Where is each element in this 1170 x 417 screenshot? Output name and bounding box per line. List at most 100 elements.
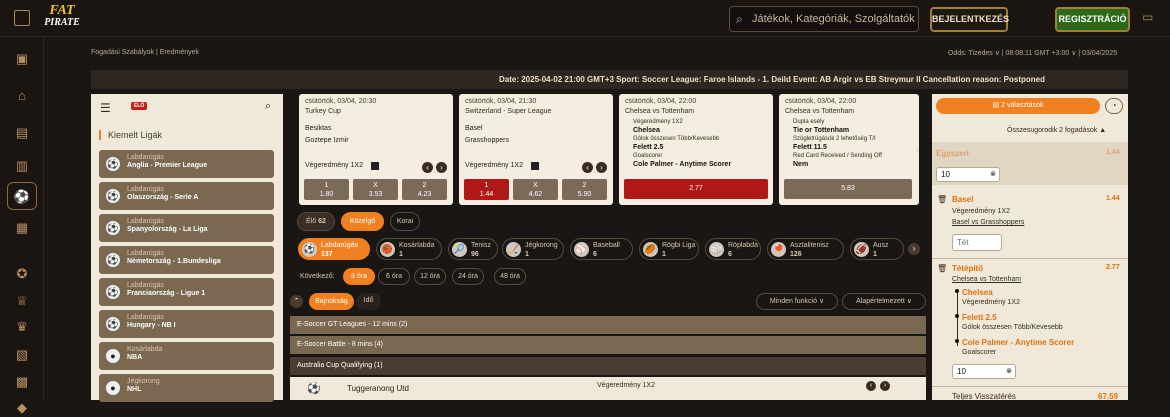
gift-icon[interactable]: ▩ [13, 373, 31, 391]
league-row[interactable]: E-Soccer Battle - 8 mins (4) [290, 336, 926, 354]
hours-option[interactable]: 6 óra [378, 268, 410, 285]
odds-button[interactable]: X 3.53 [353, 179, 398, 200]
market-next-icon[interactable]: › [436, 162, 447, 173]
betbuilder-event[interactable]: Chelsea vs Tottenham [952, 276, 1021, 283]
league-button[interactable]: ● Jégkorong NHL [99, 374, 274, 402]
league-button[interactable]: ⚽ Labdarúgás Olaszország - Serie A [99, 182, 274, 210]
market-prev-icon[interactable]: ‹ [582, 162, 593, 173]
league-row[interactable]: Australia Cup Qualifying (1) [290, 357, 926, 375]
odds-button[interactable]: 2 4.23 [402, 179, 447, 200]
bb-sel-name: Chelsea [962, 288, 993, 297]
tournament-icon[interactable]: ♕ [13, 292, 31, 310]
selections-button[interactable]: ▤ 2 választások [936, 98, 1100, 114]
promo-icon[interactable]: ✪ [13, 265, 31, 283]
logo[interactable]: FAT PIRATE [38, 4, 86, 33]
vip-diamond-icon[interactable]: ◆ [13, 399, 31, 417]
betbuilder-price-button[interactable]: 5.83 [784, 179, 912, 199]
sort-time[interactable]: Idő [356, 293, 381, 310]
next-hours-label: Következő: [300, 273, 335, 280]
fixture-row[interactable]: ⚽ Tuggeranong Utd Végeredmény 1X2 ‹ › [290, 377, 926, 400]
odds-button[interactable]: 2 5.90 [562, 179, 607, 200]
panel-toggle-icon[interactable]: ▭ [1142, 10, 1158, 26]
hours-option[interactable]: 24 óra [452, 268, 484, 285]
bonus-icon[interactable]: ▦ [13, 219, 31, 237]
odds-label: X [373, 182, 378, 189]
market-prev-icon[interactable]: ‹ [422, 162, 433, 173]
clear-icon[interactable]: ⊗ [1006, 365, 1012, 378]
sort-league[interactable]: Bajnokság [309, 293, 354, 310]
stats-icon[interactable] [371, 162, 379, 170]
sport-icon: ⚽ [302, 242, 317, 257]
sports-next-icon[interactable]: › [908, 243, 920, 255]
league-button[interactable]: ⚽ Labdarúgás Hungary - NB I [99, 310, 274, 338]
sport-chip[interactable]: 🏉 Rögbi Liga 1 [639, 238, 699, 260]
login-button[interactable]: BEJELENTKEZÉS [930, 7, 1009, 32]
sport-chip[interactable]: 🏈 Ausz 1 [850, 238, 904, 260]
filter-live[interactable]: Élő 62 [297, 212, 335, 231]
trash-icon[interactable]: 🗑 [937, 264, 947, 273]
betbuilder-stake-input[interactable]: 10 ⊗ [952, 364, 1016, 379]
league-button[interactable]: ● Kosárlabda NBA [99, 342, 274, 370]
match-card[interactable]: csütörtök, 03/04, 21:30 Switzerland - Sup… [459, 94, 613, 205]
clear-icon[interactable]: ⊗ [990, 168, 996, 181]
league-button[interactable]: ⚽ Labdarúgás Anglia - Premier League [99, 150, 274, 178]
sport-chip[interactable]: ⚾ Baseball 6 [570, 238, 633, 260]
hours-option[interactable]: 12 óra [414, 268, 446, 285]
filter-early[interactable]: Korai [390, 212, 420, 231]
market-next-icon[interactable]: › [880, 381, 890, 391]
league-sport: Labdarúgás [127, 314, 164, 321]
collapse-bets[interactable]: Összesugorodik 2 fogadások ▲ [1007, 127, 1106, 134]
league-button[interactable]: ⚽ Labdarúgás Németország - 1.Bundesliga [99, 246, 274, 274]
league-button[interactable]: ⚽ Labdarúgás Spanyolország - La Liga [99, 214, 274, 242]
sport-chip[interactable]: 🏀 Kosárlabda 1 [376, 238, 442, 260]
match-card[interactable]: csütörtök, 03/04, 20:30 Turkey Cup Besikta… [299, 94, 453, 205]
trash-icon[interactable]: 🗑 [937, 195, 947, 204]
match-card[interactable]: csütörtök, 03/04, 22:00 Chelsea vs Totten… [619, 94, 773, 205]
odds-button[interactable]: X 4.62 [513, 179, 558, 200]
league-button[interactable]: ⚽ Labdarúgás Franciaország - Ligue 1 [99, 278, 274, 306]
search-input[interactable]: ⌕ Játékok, Kategóriák, Szolgáltatók [729, 6, 919, 32]
bb-market: Goalscorer [633, 153, 663, 159]
market-prev-icon[interactable]: ‹ [866, 381, 876, 391]
stats-icon[interactable] [531, 162, 539, 170]
sports-icon[interactable]: ⚽ [7, 182, 37, 210]
team-away: Goztepe Izmir [305, 137, 349, 144]
collapse-icon[interactable]: ⌃ [290, 295, 303, 308]
league-row[interactable]: E-Soccer GT Leagues - 12 mins (2) [290, 316, 926, 334]
leg-event[interactable]: Basel vs Grasshoppers [952, 219, 1024, 226]
register-button[interactable]: REGISZTRÁCIÓ [1055, 7, 1130, 32]
slots-icon[interactable]: ▤ [13, 124, 31, 142]
odds-label: 2 [422, 182, 427, 189]
match-card[interactable]: csütörtök, 03/04, 22:00 Chelsea vs Totten… [779, 94, 919, 205]
shop-icon[interactable]: ▧ [13, 346, 31, 364]
sport-chip[interactable]: 🏓 Asztalitenisz 126 [767, 238, 844, 260]
odds-settings-bar[interactable]: Odds: Tizedes ∨ | 08:08:11 GMT +3:00 ∨ |… [948, 49, 1117, 57]
sport-chip[interactable]: 🏐 Röplabda 6 [705, 238, 761, 260]
user-icon[interactable]: ◔ [1105, 98, 1123, 114]
cards-next-icon[interactable]: › [916, 144, 919, 155]
live-badge[interactable]: ÉLŐ [131, 102, 148, 110]
odds-button[interactable]: 1 1.80 [304, 179, 349, 200]
odds-button[interactable]: 1 1.44 [464, 179, 509, 200]
bb-selection: Cole Palmer - Anytime Scorer [633, 161, 732, 168]
home-icon[interactable]: ⌂ [13, 87, 31, 105]
hours-option[interactable]: 48 óra [494, 268, 526, 285]
sidebar-toggle-icon[interactable] [14, 10, 30, 26]
trophy-icon[interactable]: ♛ [13, 318, 31, 336]
hamburger-icon[interactable]: ☰ [100, 101, 111, 115]
sport-chip[interactable]: 🎾 Tenisz 96 [448, 238, 498, 260]
market-next-icon[interactable]: › [596, 162, 607, 173]
leg-stake-input[interactable]: Tét [952, 234, 1002, 251]
cards-icon[interactable]: ▥ [13, 157, 31, 175]
sport-chip[interactable]: 🏒 Jégkorong 1 [502, 238, 564, 260]
default-sort-dropdown[interactable]: Alapértelmezett ∨ [842, 293, 926, 310]
search-icon[interactable]: ⌕ [265, 100, 271, 113]
filter-upcoming[interactable]: Közelgő [341, 212, 384, 231]
hours-option[interactable]: 3 óra [343, 268, 375, 285]
casino-icon[interactable]: ▣ [13, 50, 31, 68]
single-stake-input[interactable]: 10 ⊗ [936, 167, 1000, 182]
breadcrumb[interactable]: Fogadási Szabályok | Eredmények [91, 49, 199, 56]
sport-chip[interactable]: ⚽ Labdarúgás 137 [298, 238, 370, 260]
functions-dropdown[interactable]: Minden funkció ∨ [756, 293, 838, 310]
betbuilder-price-button[interactable]: 2.77 [624, 179, 768, 199]
